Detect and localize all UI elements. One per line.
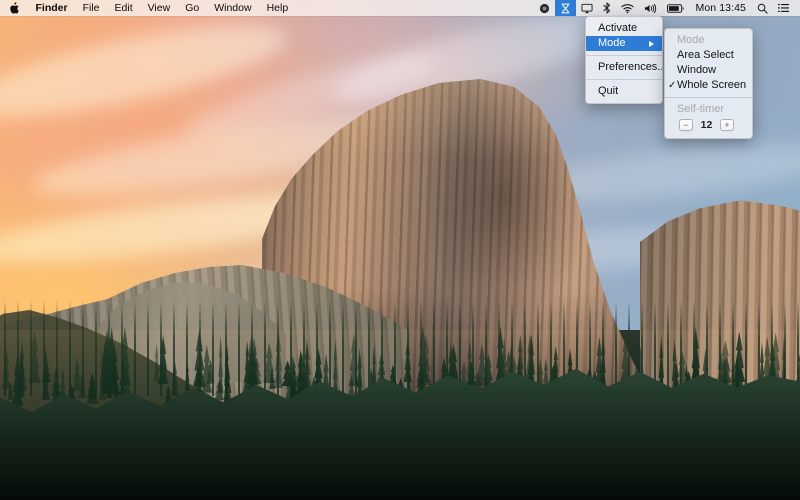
screenshot-app-icon[interactable] <box>555 0 577 16</box>
wifi-icon[interactable] <box>616 0 639 16</box>
submenu-item-whole-screen[interactable]: ✓ Whole Screen <box>665 78 752 93</box>
self-timer-label: Self-timer <box>677 103 725 115</box>
submenu-item-area-select-label: Area Select <box>677 49 734 61</box>
menu-bar-item-go[interactable]: Go <box>178 0 207 16</box>
menu-item-mode[interactable]: Mode <box>586 36 662 51</box>
menu-bar-clock[interactable]: Mon 13:45 <box>689 0 752 16</box>
self-timer-decrement-button[interactable]: − <box>679 119 693 131</box>
self-timer-header: Self-timer <box>665 102 752 117</box>
menu-item-activate-label: Activate <box>598 22 638 34</box>
battery-icon[interactable] <box>662 0 689 16</box>
menu-bar-app-menus: Finder File Edit View Go Window Help <box>0 0 296 16</box>
self-timer-value: 12 <box>700 119 713 131</box>
volume-icon[interactable] <box>639 0 662 16</box>
menu-item-activate[interactable]: Activate <box>586 21 662 36</box>
submenu-header-mode: Mode <box>665 33 752 48</box>
macos-menu-bar[interactable]: Finder File Edit View Go Window Help Mon… <box>0 0 800 16</box>
menu-bar-item-file[interactable]: File <box>75 0 107 16</box>
menu-item-preferences[interactable]: Preferences... <box>586 60 662 75</box>
menu-item-quit[interactable]: Quit <box>586 84 662 99</box>
bluetooth-icon[interactable] <box>598 0 616 16</box>
menu-separator <box>586 79 662 80</box>
menu-bar-item-window[interactable]: Window <box>207 0 259 16</box>
search-icon[interactable] <box>752 0 773 16</box>
forest-vignette <box>0 330 800 500</box>
mode-submenu[interactable]: Mode Area Select Window ✓ Whole Screen S… <box>664 28 753 139</box>
submenu-item-window-label: Window <box>677 64 717 76</box>
apple-logo-icon[interactable] <box>0 0 28 16</box>
self-timer-stepper[interactable]: − 12 + <box>665 117 752 134</box>
menu-bar-status-items: Mon 13:45 <box>534 0 800 16</box>
checkmark-icon: ✓ <box>668 79 677 91</box>
menu-separator <box>586 55 662 56</box>
airplay-display-icon[interactable] <box>576 0 598 16</box>
menu-item-quit-label: Quit <box>598 85 619 97</box>
chevron-right-icon <box>649 40 654 47</box>
submenu-item-area-select[interactable]: Area Select <box>665 48 752 63</box>
menu-bar-item-help[interactable]: Help <box>259 0 296 16</box>
dropbox-icon[interactable] <box>534 0 555 16</box>
menu-bar-item-edit[interactable]: Edit <box>107 0 140 16</box>
menu-item-mode-label: Mode <box>598 37 626 49</box>
submenu-separator <box>665 97 752 98</box>
list-lines-icon[interactable] <box>773 0 794 16</box>
menu-item-preferences-label: Preferences... <box>598 61 663 73</box>
menu-bar-item-view[interactable]: View <box>140 0 178 16</box>
submenu-item-window[interactable]: Window <box>665 63 752 78</box>
screenshot-app-dropdown-menu[interactable]: Activate Mode Preferences... Quit <box>585 16 663 104</box>
self-timer-increment-button[interactable]: + <box>720 119 734 131</box>
submenu-item-whole-screen-label: Whole Screen <box>677 79 747 91</box>
menu-bar-item-finder[interactable]: Finder <box>28 0 75 16</box>
submenu-header-label: Mode <box>677 34 705 46</box>
